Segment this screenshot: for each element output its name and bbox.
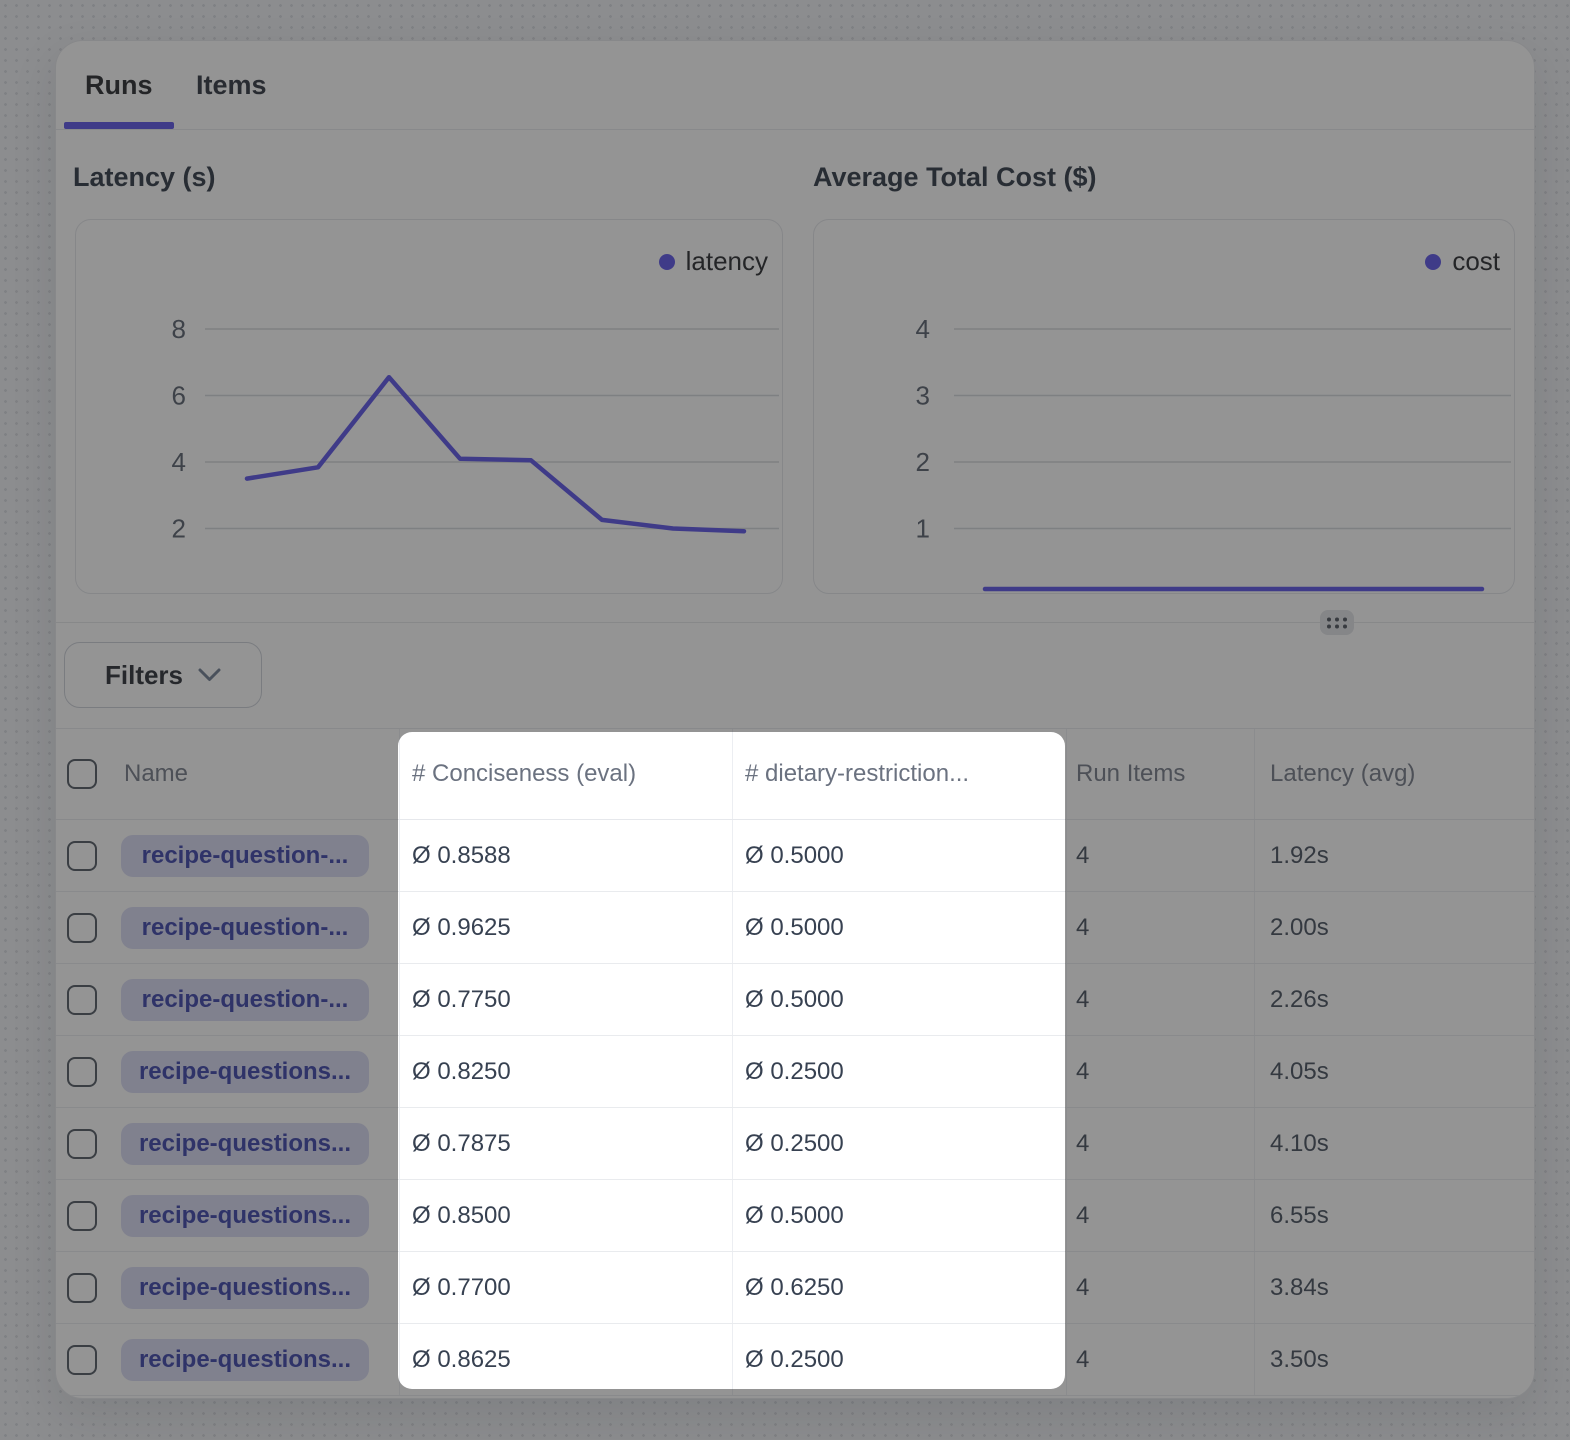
run-items-cell: 4 [1066,964,1254,1035]
tab-items-label: Items [196,70,267,101]
row-checkbox[interactable] [67,1273,97,1303]
tab-runs[interactable]: Runs [64,41,174,129]
row-checkbox[interactable] [67,1345,97,1375]
run-name-badge[interactable]: recipe-questions... [121,1339,369,1381]
runs-table: Name # Conciseness (eval) # dietary-rest… [56,728,1534,1398]
tab-runs-label: Runs [85,70,153,101]
run-items-cell: 4 [1066,1036,1254,1107]
column-header-conciseness: # Conciseness (eval) [399,729,732,819]
run-name-badge[interactable]: recipe-question-... [121,907,369,949]
runs-panel: Runs Items Latency (s) Average Total Cos… [55,40,1535,1399]
table-row: recipe-question-... Ø 0.9625 Ø 0.5000 4 … [56,892,1534,964]
cost-legend-label: cost [1452,246,1500,277]
column-header-dietary-restriction: # dietary-restriction... [732,729,1066,819]
column-header-run-items: Run Items [1066,729,1254,819]
tab-items[interactable]: Items [186,41,277,129]
dietary-cell: Ø 0.6250 [732,1252,1066,1323]
run-name-badge[interactable]: recipe-questions... [121,1267,369,1309]
dietary-cell: Ø 0.2500 [732,1324,1066,1395]
conciseness-cell: Ø 0.8250 [399,1036,732,1107]
run-items-cell: 4 [1066,1252,1254,1323]
tab-bar: Runs Items [56,41,1534,130]
filters-button[interactable]: Filters [64,642,262,708]
table-row: recipe-question-... Ø 0.7750 Ø 0.5000 4 … [56,964,1534,1036]
grip-dots-icon [1326,616,1348,630]
table-row: recipe-questions... Ø 0.8250 Ø 0.2500 4 … [56,1036,1534,1108]
latency-cell: 1.92s [1254,820,1534,891]
run-name-badge[interactable]: recipe-question-... [121,979,369,1021]
filters-button-label: Filters [105,660,183,691]
table-row: recipe-questions... Ø 0.8625 Ø 0.2500 4 … [56,1324,1534,1396]
run-name-badge[interactable]: recipe-questions... [121,1051,369,1093]
conciseness-cell: Ø 0.7750 [399,964,732,1035]
latency-chart: 8 6 4 2 latency [75,219,783,594]
cost-legend: cost [1425,246,1500,277]
latency-cell: 2.00s [1254,892,1534,963]
table-row: recipe-question-... Ø 0.8588 Ø 0.5000 4 … [56,820,1534,892]
column-header-latency-avg: Latency (avg) [1254,729,1534,819]
dietary-cell: Ø 0.5000 [732,820,1066,891]
cost-chart-svg: 4 3 2 1 [814,220,1514,593]
svg-text:2: 2 [172,514,186,544]
page-background: Runs Items Latency (s) Average Total Cos… [0,0,1570,1440]
row-checkbox[interactable] [67,1057,97,1087]
run-items-cell: 4 [1066,1324,1254,1395]
latency-legend: latency [659,246,768,277]
row-checkbox[interactable] [67,1201,97,1231]
legend-dot-icon [659,254,675,270]
run-items-cell: 4 [1066,1180,1254,1251]
dietary-cell: Ø 0.2500 [732,1108,1066,1179]
conciseness-cell: Ø 0.8588 [399,820,732,891]
run-items-cell: 4 [1066,820,1254,891]
conciseness-cell: Ø 0.9625 [399,892,732,963]
conciseness-cell: Ø 0.7700 [399,1252,732,1323]
row-checkbox[interactable] [67,1129,97,1159]
legend-dot-icon [1425,254,1441,270]
dietary-cell: Ø 0.5000 [732,964,1066,1035]
svg-text:3: 3 [916,381,930,411]
chevron-down-icon [198,668,221,682]
conciseness-cell: Ø 0.7875 [399,1108,732,1179]
run-items-cell: 4 [1066,892,1254,963]
cost-chart: 4 3 2 1 cost [813,219,1515,594]
conciseness-cell: Ø 0.8500 [399,1180,732,1251]
dietary-cell: Ø 0.2500 [732,1036,1066,1107]
run-items-cell: 4 [1066,1108,1254,1179]
panel-resize-handle[interactable] [1320,610,1354,635]
latency-chart-title: Latency (s) [73,162,216,193]
table-row: recipe-questions... Ø 0.7700 Ø 0.6250 4 … [56,1252,1534,1324]
latency-cell: 4.10s [1254,1108,1534,1179]
run-name-badge[interactable]: recipe-question-... [121,835,369,877]
run-name-badge[interactable]: recipe-questions... [121,1195,369,1237]
cost-chart-title: Average Total Cost ($) [813,162,1097,193]
latency-cell: 3.50s [1254,1324,1534,1395]
run-name-badge[interactable]: recipe-questions... [121,1123,369,1165]
section-divider [56,622,1534,623]
table-row: recipe-questions... Ø 0.8500 Ø 0.5000 4 … [56,1180,1534,1252]
svg-text:4: 4 [172,447,186,477]
latency-cell: 3.84s [1254,1252,1534,1323]
table-header: Name # Conciseness (eval) # dietary-rest… [56,729,1534,820]
latency-cell: 4.05s [1254,1036,1534,1107]
active-tab-indicator [64,122,174,129]
row-checkbox[interactable] [67,841,97,871]
dietary-cell: Ø 0.5000 [732,892,1066,963]
latency-legend-label: latency [686,246,768,277]
latency-cell: 6.55s [1254,1180,1534,1251]
row-checkbox[interactable] [67,985,97,1015]
table-row: recipe-questions... Ø 0.7875 Ø 0.2500 4 … [56,1108,1534,1180]
select-all-checkbox[interactable] [67,759,97,789]
dietary-cell: Ø 0.5000 [732,1180,1066,1251]
svg-text:4: 4 [916,314,930,344]
latency-cell: 2.26s [1254,964,1534,1035]
row-checkbox[interactable] [67,913,97,943]
svg-text:6: 6 [172,381,186,411]
column-header-name: Name [118,729,399,819]
conciseness-cell: Ø 0.8625 [399,1324,732,1395]
svg-text:2: 2 [916,447,930,477]
svg-text:1: 1 [916,514,930,544]
svg-text:8: 8 [172,314,186,344]
